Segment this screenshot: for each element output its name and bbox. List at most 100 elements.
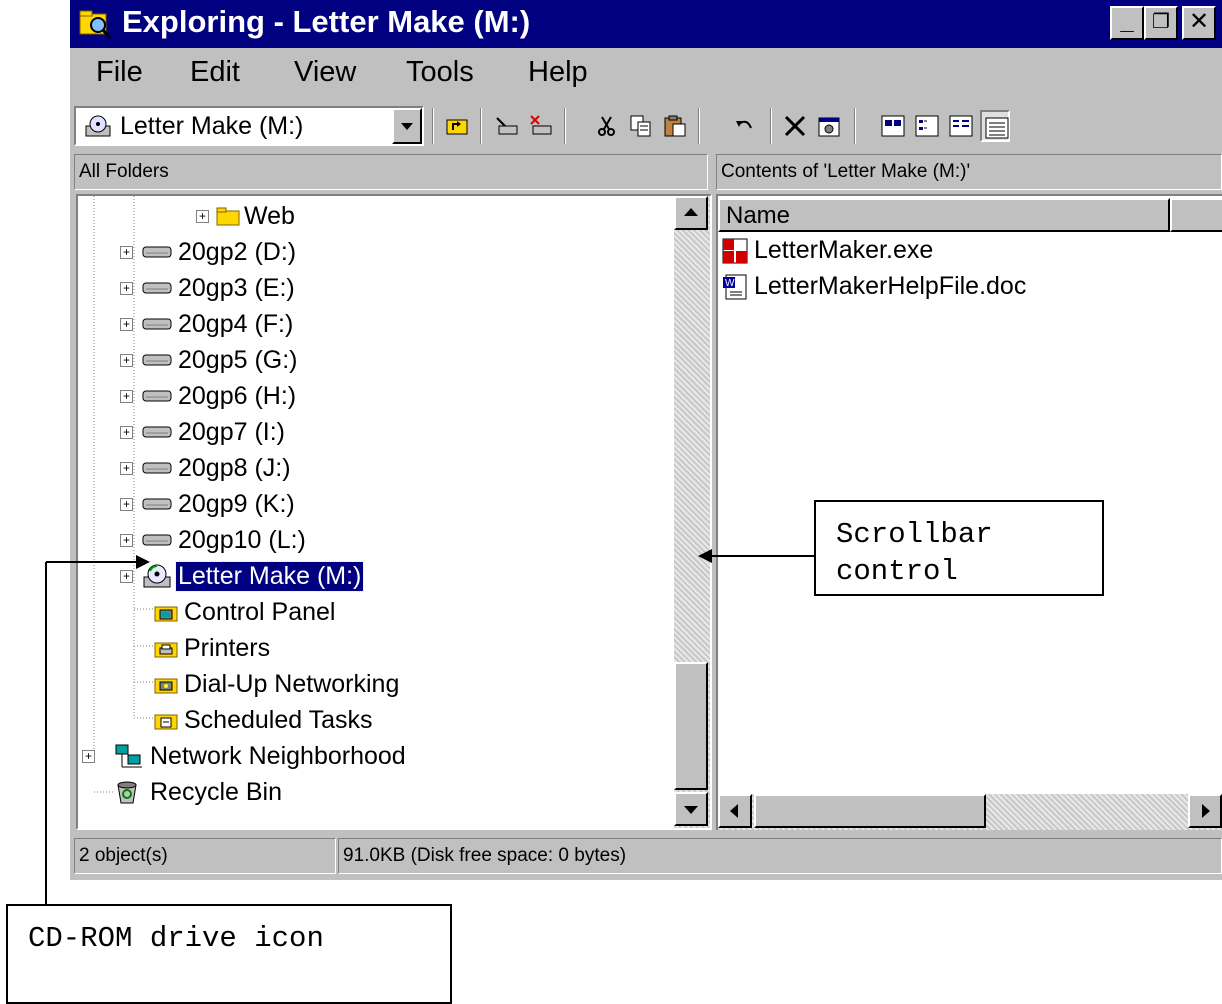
network-drive-icon — [142, 318, 172, 330]
copy-button[interactable] — [626, 110, 656, 142]
recycle-bin-icon — [117, 781, 137, 804]
toolbar-separator — [770, 108, 772, 144]
tree-item-scheduled-tasks[interactable]: Scheduled Tasks — [154, 704, 514, 736]
menu-tools[interactable]: Tools — [406, 56, 474, 89]
scroll-down-button[interactable] — [674, 792, 708, 826]
file-name: LetterMakerHelpFile.doc — [754, 272, 1027, 300]
expand-icon[interactable]: + — [120, 534, 133, 547]
small-icons-view-button[interactable] — [912, 110, 942, 142]
tree-item-drive-f[interactable]: + 20gp4 (F:) — [120, 308, 420, 340]
expand-icon[interactable]: + — [120, 282, 133, 295]
scrollbar-callout: Scrollbar control — [814, 500, 1104, 596]
tree-item-network-neighborhood[interactable]: + Network Neighborhood — [82, 740, 482, 772]
status-object-count: 2 object(s) — [74, 838, 336, 874]
menu-view[interactable]: View — [294, 56, 356, 89]
expand-icon[interactable]: + — [196, 210, 209, 223]
toolbar-separator — [432, 108, 434, 144]
tree-item-label: Scheduled Tasks — [184, 706, 373, 734]
file-item[interactable]: W LetterMakerHelpFile.doc — [722, 270, 1172, 302]
tree-item-drive-k[interactable]: + 20gp9 (K:) — [120, 488, 420, 520]
tree-item-drive-d[interactable]: + 20gp2 (D:) — [120, 236, 420, 268]
menu-file[interactable]: File — [96, 56, 143, 89]
tree-item-drive-g[interactable]: + 20gp5 (G:) — [120, 344, 420, 376]
scroll-up-button[interactable] — [674, 196, 708, 230]
cd-rom-drive-icon — [143, 564, 171, 588]
next-column-header[interactable] — [1170, 198, 1222, 232]
scroll-left-button[interactable] — [718, 794, 752, 828]
address-combo[interactable]: Letter Make (M:) — [74, 106, 424, 146]
close-icon: ✕ — [1188, 8, 1210, 35]
delete-button[interactable] — [780, 110, 810, 142]
contents-horizontal-scrollbar[interactable] — [718, 794, 1222, 830]
tree-vertical-scrollbar[interactable] — [674, 196, 710, 828]
cut-button[interactable] — [592, 110, 622, 142]
undo-icon — [736, 120, 752, 129]
expand-icon[interactable]: + — [120, 390, 133, 403]
expand-icon[interactable]: + — [82, 750, 95, 763]
tree-item-label: Web — [244, 202, 295, 230]
tree-item-control-panel[interactable]: Control Panel — [154, 596, 474, 628]
network-drive-icon — [142, 534, 172, 546]
undo-button[interactable] — [730, 110, 760, 142]
paste-button[interactable] — [660, 110, 690, 142]
cut-icon — [598, 116, 615, 136]
arrow-up-icon — [684, 208, 698, 216]
menu-help[interactable]: Help — [528, 56, 588, 89]
expand-icon[interactable]: + — [120, 426, 133, 439]
scrollbar-thumb[interactable] — [674, 662, 708, 790]
folder-tree[interactable]: + Web + 20gp2 (D:) + 20gp3 (E:) + 20gp4 … — [76, 194, 712, 830]
scheduled-tasks-icon — [154, 714, 178, 730]
maximize-button[interactable]: ❐ — [1144, 6, 1178, 40]
expand-icon[interactable]: + — [120, 462, 133, 475]
minimize-icon: _ — [1120, 8, 1134, 35]
tree-item-web[interactable]: + Web — [196, 200, 496, 232]
title-bar[interactable]: Exploring - Letter Make (M:) _ ❐ ✕ — [70, 0, 1222, 48]
disconnect-drive-button[interactable] — [526, 110, 556, 142]
scrollbar-thumb[interactable] — [754, 794, 986, 828]
name-column-header[interactable]: Name — [718, 198, 1170, 232]
tree-item-label: Dial-Up Networking — [184, 670, 400, 698]
network-drive-icon — [142, 390, 172, 402]
properties-button[interactable] — [814, 110, 844, 142]
explorer-window: Exploring - Letter Make (M:) _ ❐ ✕ File … — [70, 0, 1222, 880]
tree-item-label: 20gp3 (E:) — [178, 274, 295, 302]
network-drive-icon — [142, 426, 172, 438]
tree-item-drive-i[interactable]: + 20gp7 (I:) — [120, 416, 420, 448]
toolbar: Letter Make (M:) — [70, 100, 1222, 150]
details-view-icon — [985, 117, 1009, 139]
expand-icon[interactable]: + — [120, 246, 133, 259]
close-button[interactable]: ✕ — [1182, 6, 1216, 40]
tree-item-label: Control Panel — [184, 598, 336, 626]
expand-icon[interactable]: + — [120, 498, 133, 511]
details-view-button[interactable] — [980, 110, 1010, 142]
control-panel-icon — [154, 606, 178, 622]
map-network-drive-button[interactable] — [492, 110, 522, 142]
tree-item-drive-l[interactable]: + 20gp10 (L:) — [120, 524, 420, 556]
minimize-button[interactable]: _ — [1110, 6, 1144, 40]
tree-item-letter-make[interactable]: + Letter Make (M:) — [120, 560, 440, 592]
tree-item-dial-up-networking[interactable]: Dial-Up Networking — [154, 668, 514, 700]
tree-item-drive-j[interactable]: + 20gp8 (J:) — [120, 452, 420, 484]
list-view-button[interactable] — [946, 110, 976, 142]
tree-item-printers[interactable]: Printers — [154, 632, 474, 664]
expand-icon[interactable]: + — [120, 354, 133, 367]
list-view-icon — [949, 115, 973, 137]
network-drive-icon — [142, 354, 172, 366]
explorer-icon — [79, 10, 112, 39]
scroll-right-button[interactable] — [1188, 794, 1222, 828]
expand-icon[interactable]: + — [120, 318, 133, 331]
file-item[interactable]: LetterMaker.exe — [722, 234, 1122, 266]
up-one-level-button[interactable] — [442, 110, 472, 142]
address-dropdown-button[interactable] — [392, 108, 422, 144]
expand-icon[interactable]: + — [120, 570, 133, 583]
network-drive-icon — [142, 282, 172, 294]
tree-item-label: Network Neighborhood — [150, 742, 406, 770]
tree-item-recycle-bin[interactable]: Recycle Bin — [114, 776, 414, 808]
menu-edit[interactable]: Edit — [190, 56, 240, 89]
cd-rom-drive-icon — [85, 115, 111, 137]
large-icons-view-button[interactable] — [878, 110, 908, 142]
tree-item-drive-h[interactable]: + 20gp6 (H:) — [120, 380, 420, 412]
tree-item-drive-e[interactable]: + 20gp3 (E:) — [120, 272, 420, 304]
tree-item-label: 20gp5 (G:) — [178, 346, 298, 374]
tree-item-label: 20gp6 (H:) — [178, 382, 297, 410]
